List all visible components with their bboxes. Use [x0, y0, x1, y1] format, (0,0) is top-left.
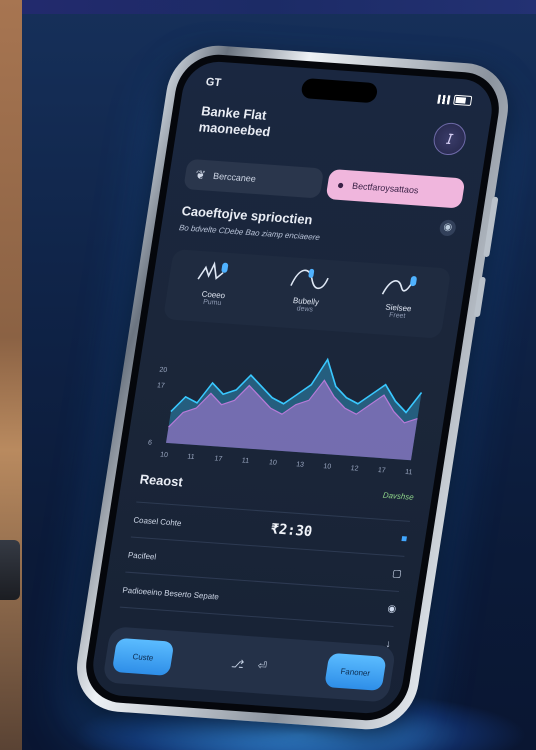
- tab-label: Berccanee: [212, 170, 257, 184]
- metric-card[interactable]: Sielsee Freet: [348, 262, 451, 339]
- metric-card[interactable]: Coeeo Pumu: [163, 249, 266, 326]
- y-tick-label: 20: [159, 367, 168, 375]
- status-time: GT: [204, 76, 222, 90]
- row-label: Coasel Cohte: [132, 514, 183, 528]
- x-tick-label: 13: [296, 461, 305, 469]
- status-icons: [437, 94, 473, 107]
- x-tick-label: 10: [268, 459, 277, 467]
- x-tick-label: 11: [241, 457, 249, 465]
- page-title: Banke Flat maoneebed: [197, 103, 272, 140]
- metric-cards: Coeeo Pumu Bubelly dews Sielsee Freet: [162, 248, 452, 339]
- battery-icon: [453, 94, 473, 107]
- fanoner-button[interactable]: Fanoner: [324, 652, 387, 691]
- phone-device: GT Banke Flat maoneebed 𝘐 ❦ Berccanee ● …: [70, 42, 515, 733]
- x-tick-label: 11: [405, 469, 413, 477]
- y-tick-label: 17: [156, 382, 165, 390]
- row-label: Pacifeel: [127, 550, 157, 562]
- laptop-edge: [0, 540, 20, 600]
- x-tick-label: 12: [350, 465, 359, 473]
- return-icon[interactable]: ⏎: [257, 658, 268, 672]
- desk-background: [0, 0, 22, 750]
- leaf-icon: ❦: [194, 167, 207, 183]
- volume-button: [483, 196, 499, 258]
- series-area-1: [166, 380, 418, 461]
- y-tick-label: 6: [147, 440, 152, 447]
- scene-background: GT Banke Flat maoneebed 𝘐 ❦ Berccanee ● …: [0, 0, 536, 750]
- card-sub: Pumu: [202, 298, 222, 307]
- branch-icon[interactable]: ⎇: [230, 657, 245, 671]
- signal-icon: [437, 94, 451, 104]
- tab-berccanee[interactable]: ❦ Berccanee: [183, 158, 324, 199]
- x-tick-label: 17: [214, 455, 223, 463]
- circle-icon: ◉: [386, 602, 398, 615]
- x-tick-label: 11: [187, 453, 195, 461]
- status-bar: GT: [204, 73, 473, 110]
- square-icon: ■: [400, 532, 409, 545]
- top-band: [0, 0, 536, 14]
- power-button: [473, 276, 486, 318]
- x-tick-label: 10: [323, 463, 332, 471]
- custe-button[interactable]: Custe: [111, 637, 175, 676]
- row-value: ₹2:30: [269, 521, 314, 541]
- curve-icon: [381, 276, 417, 295]
- card-sub: dews: [296, 305, 314, 314]
- report-link[interactable]: Davshse: [382, 491, 414, 502]
- tab-label: Bectfaroysattaos: [351, 180, 420, 196]
- app-header: Banke Flat maoneebed 𝘐: [196, 103, 469, 166]
- avatar[interactable]: 𝘐: [431, 121, 468, 157]
- bottom-icons: ⎇ ⏎: [230, 657, 267, 673]
- wave-icon: [289, 268, 329, 290]
- phone-frame: GT Banke Flat maoneebed 𝘐 ❦ Berccanee ● …: [70, 42, 515, 733]
- row-label: Padioeeino Beserto Sepate: [121, 585, 220, 601]
- x-tick-label: 17: [377, 467, 386, 475]
- chart-svg: 20 17 6 10 11 17 11 10 13 10 12 17 11: [147, 357, 423, 477]
- tab-bar: ❦ Berccanee ● Bectfaroysattaos: [183, 158, 466, 209]
- report-title: Reaost: [138, 471, 184, 490]
- tab-bectfaroysattaos[interactable]: ● Bectfaroysattaos: [324, 168, 466, 209]
- area-chart: 20 17 6 10 11 17 11 10 13 10 12 17 11: [137, 331, 443, 481]
- info-icon[interactable]: ◉: [438, 219, 457, 237]
- phone-screen: GT Banke Flat maoneebed 𝘐 ❦ Berccanee ● …: [88, 59, 497, 716]
- drop-icon: ●: [336, 177, 346, 193]
- pulse-icon: [197, 261, 228, 280]
- metric-card[interactable]: Bubelly dews: [255, 256, 358, 333]
- box-icon: ▢: [391, 567, 403, 580]
- card-sub: Freet: [388, 311, 406, 321]
- x-tick-label: 10: [160, 452, 169, 460]
